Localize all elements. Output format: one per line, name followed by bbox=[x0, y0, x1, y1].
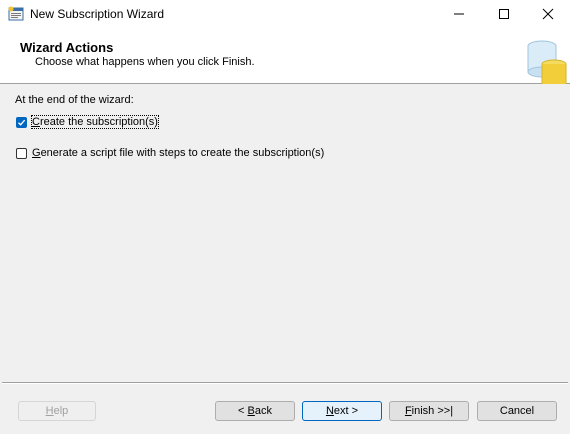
back-button[interactable]: < Back bbox=[215, 401, 295, 421]
page-title: Wizard Actions bbox=[20, 40, 114, 55]
database-wizard-icon bbox=[522, 37, 568, 85]
generate-script-checkbox[interactable] bbox=[16, 147, 27, 159]
generate-script-label[interactable]: Generate a script file with steps to cre… bbox=[32, 147, 324, 159]
create-subscriptions-option[interactable]: Create the subscription(s) bbox=[16, 115, 159, 129]
maximize-icon bbox=[499, 9, 509, 19]
minimize-icon bbox=[454, 13, 464, 15]
title-bar: New Subscription Wizard bbox=[0, 0, 570, 28]
close-button[interactable] bbox=[525, 0, 570, 28]
create-subscriptions-checkbox[interactable] bbox=[16, 116, 27, 128]
minimize-button[interactable] bbox=[436, 0, 482, 28]
wizard-header: Wizard Actions Choose what happens when … bbox=[0, 28, 570, 84]
cancel-button[interactable]: Cancel bbox=[477, 401, 557, 421]
next-button[interactable]: Next > bbox=[302, 401, 382, 421]
help-button[interactable]: Help bbox=[18, 401, 96, 421]
window-title: New Subscription Wizard bbox=[30, 7, 165, 21]
checkmark-icon bbox=[18, 119, 26, 126]
page-subtitle: Choose what happens when you click Finis… bbox=[35, 56, 255, 68]
wizard-app-icon bbox=[8, 6, 24, 22]
finish-button[interactable]: Finish >>| bbox=[389, 401, 469, 421]
section-label: At the end of the wizard: bbox=[15, 94, 134, 106]
maximize-button[interactable] bbox=[481, 0, 527, 28]
footer-separator bbox=[2, 382, 568, 384]
create-subscriptions-label[interactable]: Create the subscription(s) bbox=[31, 115, 159, 129]
close-icon bbox=[542, 8, 554, 20]
generate-script-option[interactable]: Generate a script file with steps to cre… bbox=[16, 147, 324, 159]
